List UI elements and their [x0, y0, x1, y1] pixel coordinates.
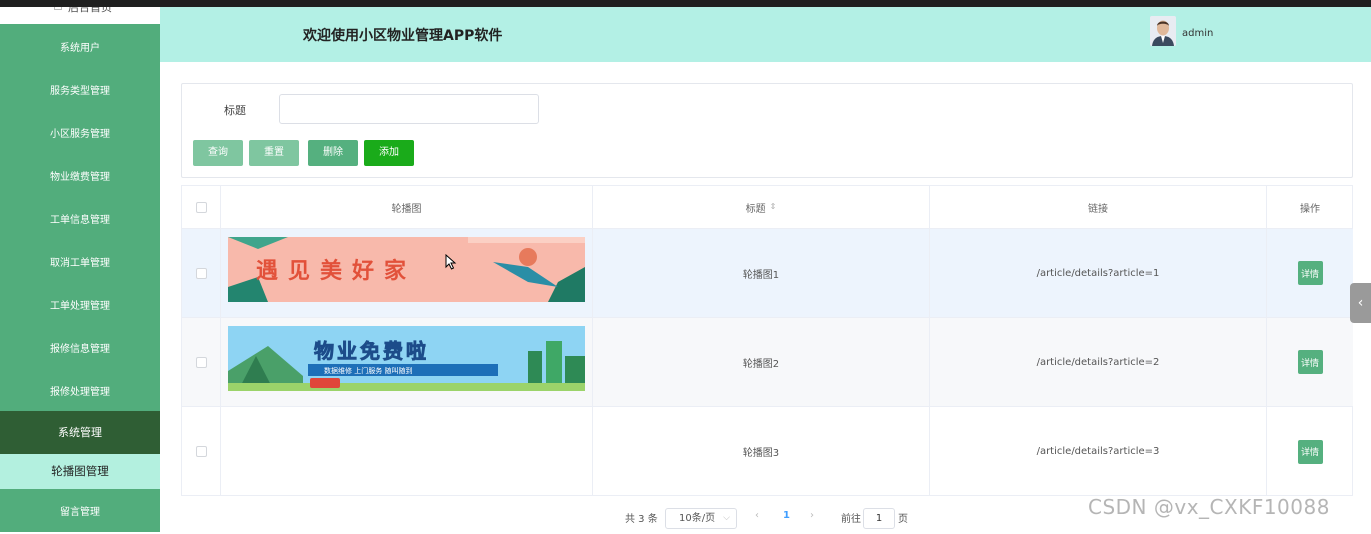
- collapse-panel-button[interactable]: ‹: [1350, 283, 1371, 323]
- carousel-image-2[interactable]: 物业免费啦 数据维修 上门服务 随叫随到: [228, 326, 585, 391]
- window-top-bar: [0, 0, 1371, 7]
- banner-1-graphic: 遇见美好家: [228, 237, 585, 302]
- sidebar-item-community-services[interactable]: 小区服务管理: [0, 113, 160, 156]
- detail-button[interactable]: 详情: [1297, 439, 1323, 464]
- table-row-checkbox-cell: [182, 229, 221, 318]
- table-row-action-cell: 详情: [1267, 318, 1353, 407]
- pagination-total: 共 3 条: [625, 514, 658, 525]
- table-row-title: 轮播图1: [593, 229, 930, 318]
- sidebar-item-service-types[interactable]: 服务类型管理: [0, 70, 160, 113]
- carousel-table: 轮播图 标题 ⇕ 链接 操作 遇见美好家 轮播图1 /article/detai…: [181, 185, 1353, 496]
- column-header-link: 链接: [930, 186, 1267, 229]
- sidebar-item-cancelled-orders[interactable]: 取消工单管理: [0, 242, 160, 285]
- goto-page-input[interactable]: 1: [863, 508, 895, 529]
- table-row-link: /article/details?article=2: [930, 318, 1267, 407]
- avatar[interactable]: [1150, 16, 1176, 46]
- sidebar-item-home[interactable]: 后台首页: [0, 7, 160, 24]
- row-checkbox[interactable]: [195, 356, 207, 368]
- page-size-select[interactable]: 10条/页 ⌵: [665, 508, 737, 529]
- prev-page-icon[interactable]: ‹: [755, 510, 759, 521]
- table-row-image-cell: [221, 407, 593, 496]
- sidebar-item-repair-processing[interactable]: 报修处理管理: [0, 371, 160, 414]
- table-row-link: /article/details?article=1: [930, 229, 1267, 318]
- title-filter-label: 标题: [224, 104, 246, 117]
- page-title: 欢迎使用小区物业管理APP软件: [303, 28, 503, 44]
- home-icon: [54, 7, 62, 10]
- table-row-title: 轮播图2: [593, 318, 930, 407]
- detail-button[interactable]: 详情: [1297, 350, 1323, 374]
- search-panel: 标题 查询 重置 删除 添加: [181, 83, 1353, 178]
- table-row-checkbox-cell: [182, 318, 221, 407]
- sidebar-item-repair-info[interactable]: 报修信息管理: [0, 328, 160, 371]
- detail-button[interactable]: 详情: [1297, 261, 1323, 285]
- header: 欢迎使用小区物业管理APP软件 admin: [160, 7, 1371, 62]
- chevron-left-icon: ‹: [1357, 295, 1364, 311]
- sidebar-item-system-users[interactable]: 系统用户: [0, 27, 160, 70]
- table-row-image-cell: 物业免费啦 数据维修 上门服务 随叫随到: [221, 318, 593, 407]
- sidebar-item-work-orders[interactable]: 工单信息管理: [0, 199, 160, 242]
- goto-prefix: 前往: [841, 514, 861, 525]
- table-row-action-cell: 详情: [1267, 407, 1353, 496]
- table-row-link: /article/details?article=3: [930, 407, 1267, 496]
- table-row-checkbox-cell: [182, 407, 221, 496]
- banner-2-graphic: 物业免费啦 数据维修 上门服务 随叫随到: [228, 326, 585, 391]
- column-header-action: 操作: [1267, 186, 1353, 229]
- next-page-icon[interactable]: ›: [810, 510, 814, 521]
- delete-button[interactable]: 删除: [308, 140, 358, 166]
- carousel-image-1[interactable]: 遇见美好家: [228, 237, 585, 302]
- reset-button[interactable]: 重置: [249, 140, 299, 166]
- sidebar: 后台首页 系统用户 服务类型管理 小区服务管理 物业缴费管理 工单信息管理 取消…: [0, 7, 160, 532]
- banner-1-text: 遇见美好家: [256, 258, 416, 284]
- add-button[interactable]: 添加: [364, 140, 414, 166]
- username[interactable]: admin: [1182, 28, 1213, 39]
- watermark: CSDN @vx_CXKF10088: [1088, 495, 1330, 519]
- sidebar-item-property-fees[interactable]: 物业缴费管理: [0, 156, 160, 199]
- table-row-title: 轮播图3: [593, 407, 930, 496]
- mouse-cursor-icon: [445, 254, 457, 270]
- sidebar-item-messages[interactable]: 留言管理: [0, 491, 160, 534]
- row-checkbox[interactable]: [195, 267, 207, 279]
- select-all-checkbox[interactable]: [195, 201, 207, 213]
- table-row-image-cell: 遇见美好家: [221, 229, 593, 318]
- chevron-down-icon: ⌵: [723, 513, 730, 523]
- banner-2-subtext: 数据维修 上门服务 随叫随到: [324, 366, 412, 375]
- select-all-cell: [182, 186, 221, 229]
- column-header-title[interactable]: 标题 ⇕: [593, 186, 930, 229]
- sidebar-item-system-management[interactable]: 系统管理: [0, 411, 160, 454]
- sort-icon[interactable]: ⇕: [770, 203, 777, 211]
- query-button[interactable]: 查询: [193, 140, 243, 166]
- table-row-action-cell: 详情: [1267, 229, 1353, 318]
- goto-suffix: 页: [898, 514, 908, 525]
- sidebar-item-order-processing[interactable]: 工单处理管理: [0, 285, 160, 328]
- sidebar-item-carousel-management[interactable]: 轮播图管理: [0, 454, 160, 489]
- row-checkbox[interactable]: [195, 446, 207, 457]
- banner-2-text: 物业免费啦: [314, 339, 429, 363]
- column-header-image: 轮播图: [221, 186, 593, 229]
- title-search-input[interactable]: [279, 94, 539, 124]
- page-number-current[interactable]: 1: [783, 510, 790, 521]
- user-avatar-icon: [1150, 16, 1176, 46]
